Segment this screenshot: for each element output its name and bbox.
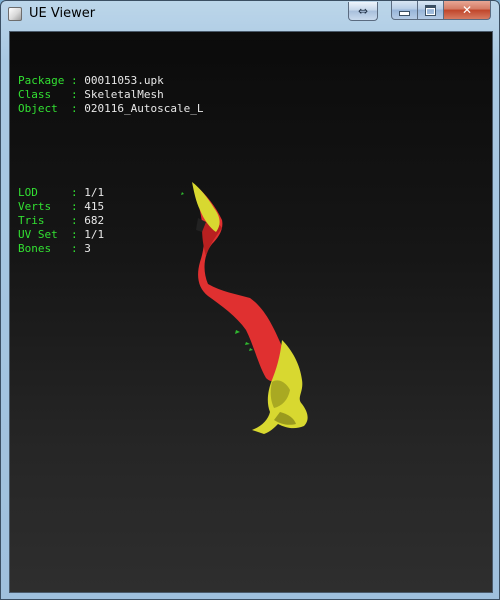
info-label: Tris <box>18 214 65 227</box>
mesh-green-speck <box>245 342 250 345</box>
info-value: 682 <box>84 214 105 227</box>
mesh-green-speck <box>249 348 253 351</box>
info-separator: : <box>64 228 85 241</box>
close-button[interactable]: ✕ <box>444 1 491 20</box>
info-row: Package : 00011053.upk <box>18 74 203 88</box>
app-icon <box>8 7 22 21</box>
info-value: 020116_Autoscale_L <box>84 102 204 115</box>
info-value: 1/1 <box>84 228 105 241</box>
info-label: Bones <box>18 242 65 255</box>
info-label: LOD <box>18 186 65 199</box>
info-row: LOD : 1/1 <box>18 186 203 200</box>
info-separator: : <box>64 200 85 213</box>
close-icon: ✕ <box>461 3 473 17</box>
info-label: Class <box>18 88 65 101</box>
app-window: UE Viewer ⇔ ✕ Package: 00011053.upk Cla… <box>0 0 500 600</box>
maximize-icon <box>425 4 436 16</box>
title-bar[interactable]: UE Viewer ⇔ ✕ <box>1 1 499 29</box>
info-value: 1/1 <box>84 186 105 199</box>
info-separator: : <box>64 102 85 115</box>
swap-arrows-icon: ⇔ <box>357 4 369 18</box>
info-row: Class : SkeletalMesh <box>18 88 203 102</box>
minimize-icon <box>399 10 410 16</box>
mesh-green-speck <box>235 330 240 334</box>
info-label: Package <box>18 74 65 87</box>
maximize-button[interactable] <box>418 1 444 20</box>
info-separator: : <box>64 186 85 199</box>
info-row: Tris : 682 <box>18 214 203 228</box>
info-label: UV Set <box>18 228 65 241</box>
info-value: 00011053.upk <box>84 74 164 87</box>
info-separator: : <box>64 242 85 255</box>
info-row: Verts : 415 <box>18 200 203 214</box>
info-separator: : <box>64 74 85 87</box>
info-value: 415 <box>84 200 105 213</box>
mesh-info-panel: Package : 00011053.upk Class : SkeletalMe… <box>18 46 203 284</box>
info-row: Object : 020116_Autoscale_L <box>18 102 203 116</box>
3d-viewport[interactable]: Package : 00011053.upk Class : SkeletalMe… <box>9 31 493 593</box>
minimize-button[interactable] <box>391 1 418 20</box>
info-row: Bones : 3 <box>18 242 203 256</box>
info-label: Verts <box>18 200 65 213</box>
window-title: UE Viewer <box>29 6 96 21</box>
info-row: UV Set : 1/1 <box>18 228 203 242</box>
info-value: SkeletalMesh <box>84 88 164 101</box>
info-separator: : <box>64 88 85 101</box>
info-value: 3 <box>84 242 91 255</box>
info-label: Object <box>18 102 65 115</box>
restore-swap-button[interactable]: ⇔ <box>348 2 378 21</box>
info-separator: : <box>64 214 85 227</box>
